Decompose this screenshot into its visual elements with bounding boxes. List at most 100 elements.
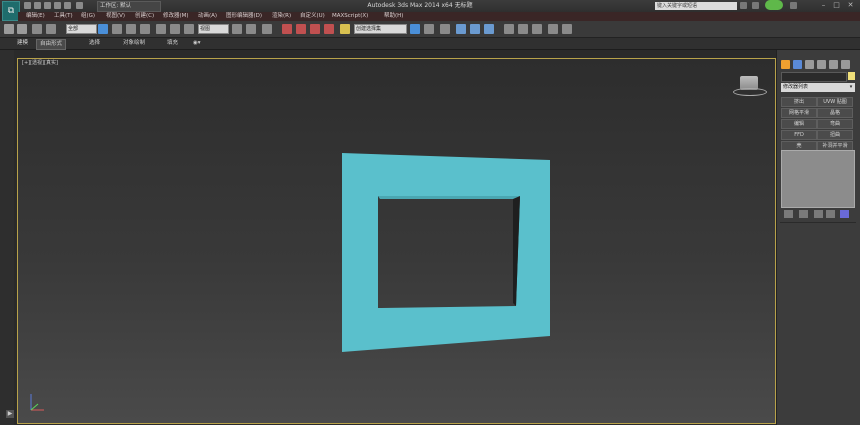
material-editor-icon[interactable] <box>504 24 514 34</box>
open-file-icon[interactable] <box>34 2 41 9</box>
modifier-button[interactable]: 晶格 <box>817 108 853 118</box>
window-title: Autodesk 3ds Max 2014 x64 无标题 <box>367 2 473 9</box>
render-cloud-icon[interactable] <box>562 24 572 34</box>
search-input[interactable]: 键入关键字或短语 <box>655 2 737 10</box>
select-object-icon[interactable] <box>98 24 108 34</box>
scale-icon[interactable] <box>184 24 194 34</box>
menu-rendering[interactable]: 渲染(R) <box>272 12 291 21</box>
create-tab-icon[interactable] <box>781 60 790 69</box>
modifier-button[interactable]: 挤出 <box>781 97 817 107</box>
curve-editor-icon[interactable] <box>470 24 480 34</box>
modifier-button[interactable]: 编辑 <box>781 119 817 129</box>
ribbon-toggle-icon[interactable]: ◉▾ <box>190 39 204 48</box>
pivot-icon[interactable] <box>232 24 242 34</box>
modifier-button[interactable]: FFD <box>781 130 817 140</box>
menu-help[interactable]: 帮助(H) <box>384 12 403 21</box>
left-strip <box>0 50 14 425</box>
utilities-tab-icon[interactable] <box>841 60 850 69</box>
selection-filter-dropdown[interactable]: 全部 <box>66 24 97 34</box>
modify-tab-icon[interactable] <box>793 60 802 69</box>
named-selection-dropdown[interactable]: 创建选择集 <box>354 24 407 34</box>
unlink-icon[interactable] <box>46 24 56 34</box>
new-file-icon[interactable] <box>24 2 31 9</box>
modifier-button[interactable]: 网格平滑 <box>781 108 817 118</box>
rendered-frame-icon[interactable] <box>532 24 542 34</box>
tab-modeling[interactable]: 建模 <box>14 39 31 48</box>
tab-object-paint[interactable]: 对象绘制 <box>120 39 148 48</box>
angle-snap-icon[interactable] <box>296 24 306 34</box>
tab-selection[interactable]: 选择 <box>86 39 103 48</box>
motion-tab-icon[interactable] <box>817 60 826 69</box>
picture-frame-object[interactable] <box>18 59 775 423</box>
project-folder-icon[interactable] <box>76 2 83 9</box>
modifier-list-dropdown[interactable]: 修改器列表 <box>781 83 847 92</box>
align-icon[interactable] <box>424 24 434 34</box>
ref-coord-dropdown[interactable]: 视图 <box>198 24 229 34</box>
menu-graph-editors[interactable]: 图形编辑器(D) <box>226 12 262 21</box>
help-icon[interactable] <box>790 2 797 9</box>
tab-populate[interactable]: 填充 <box>164 39 181 48</box>
object-color-swatch[interactable] <box>848 72 855 80</box>
search-icon[interactable] <box>740 2 747 9</box>
save-file-icon[interactable] <box>44 2 51 9</box>
ribbon: 建模 自由形式 选择 对象绘制 填充 ◉▾ <box>0 38 860 50</box>
menu-create[interactable]: 创建(C) <box>135 12 154 21</box>
perspective-viewport[interactable] <box>17 58 776 424</box>
window-crossing-icon[interactable] <box>140 24 150 34</box>
configure-modifier-sets-icon[interactable] <box>840 210 849 218</box>
select-manipulate-icon[interactable] <box>246 24 256 34</box>
remove-modifier-icon[interactable] <box>826 210 835 218</box>
pin-stack-icon[interactable] <box>784 210 793 218</box>
move-icon[interactable] <box>156 24 166 34</box>
minimize-button[interactable]: – <box>818 1 829 10</box>
tab-freeform[interactable]: 自由形式 <box>36 39 67 50</box>
graphite-toggle-icon[interactable] <box>456 24 466 34</box>
redo-toolbar-icon[interactable] <box>17 24 27 34</box>
menu-modifiers[interactable]: 修改器(M) <box>163 12 189 21</box>
modifier-button[interactable]: 弯曲 <box>817 119 853 129</box>
workspace-dropdown[interactable]: 工作区: 默认 <box>97 1 161 12</box>
object-name-field[interactable] <box>781 72 847 82</box>
spinner-snap-icon[interactable] <box>324 24 334 34</box>
select-by-name-icon[interactable] <box>112 24 122 34</box>
keyboard-shortcut-icon[interactable] <box>262 24 272 34</box>
hierarchy-tab-icon[interactable] <box>805 60 814 69</box>
menu-views[interactable]: 视图(V) <box>106 12 125 21</box>
play-animation-icon[interactable]: ▶ <box>6 410 14 418</box>
menu-edit[interactable]: 编辑(E) <box>26 12 45 21</box>
undo-toolbar-icon[interactable] <box>4 24 14 34</box>
rect-selection-icon[interactable] <box>126 24 136 34</box>
modifier-button[interactable]: UVW 贴图 <box>817 97 853 107</box>
axis-gizmo-icon <box>30 394 44 411</box>
modifier-button[interactable]: 扭曲 <box>817 130 853 140</box>
connection-status-icon[interactable] <box>765 0 783 10</box>
render-production-icon[interactable] <box>548 24 558 34</box>
show-end-result-icon[interactable] <box>799 210 808 218</box>
maximize-button[interactable]: □ <box>831 1 842 10</box>
viewcube-ring[interactable] <box>733 88 767 96</box>
layer-manager-icon[interactable] <box>440 24 450 34</box>
mirror-icon[interactable] <box>410 24 420 34</box>
display-tab-icon[interactable] <box>829 60 838 69</box>
modifier-stack[interactable] <box>781 150 855 208</box>
menu-tools[interactable]: 工具(T) <box>54 12 73 21</box>
menu-animation[interactable]: 动画(A) <box>198 12 217 21</box>
link-icon[interactable] <box>32 24 42 34</box>
render-setup-icon[interactable] <box>518 24 528 34</box>
menu-customize[interactable]: 自定义(U) <box>300 12 325 21</box>
make-unique-icon[interactable] <box>814 210 823 218</box>
undo-icon[interactable] <box>54 2 61 9</box>
divider <box>780 222 856 223</box>
percent-snap-icon[interactable] <box>310 24 320 34</box>
snap-toggle-icon[interactable] <box>282 24 292 34</box>
menu-group[interactable]: 组(G) <box>81 12 95 21</box>
edit-named-selection-icon[interactable] <box>340 24 350 34</box>
subscription-icon[interactable] <box>752 2 759 9</box>
chevron-down-icon[interactable]: ▾ <box>847 83 855 92</box>
menu-maxscript[interactable]: MAXScript(X) <box>332 12 368 21</box>
viewport-label[interactable]: [+][透视][真实] <box>22 59 58 66</box>
rotate-icon[interactable] <box>170 24 180 34</box>
schematic-view-icon[interactable] <box>484 24 494 34</box>
close-button[interactable]: ✕ <box>845 1 856 10</box>
redo-icon[interactable] <box>64 2 71 9</box>
